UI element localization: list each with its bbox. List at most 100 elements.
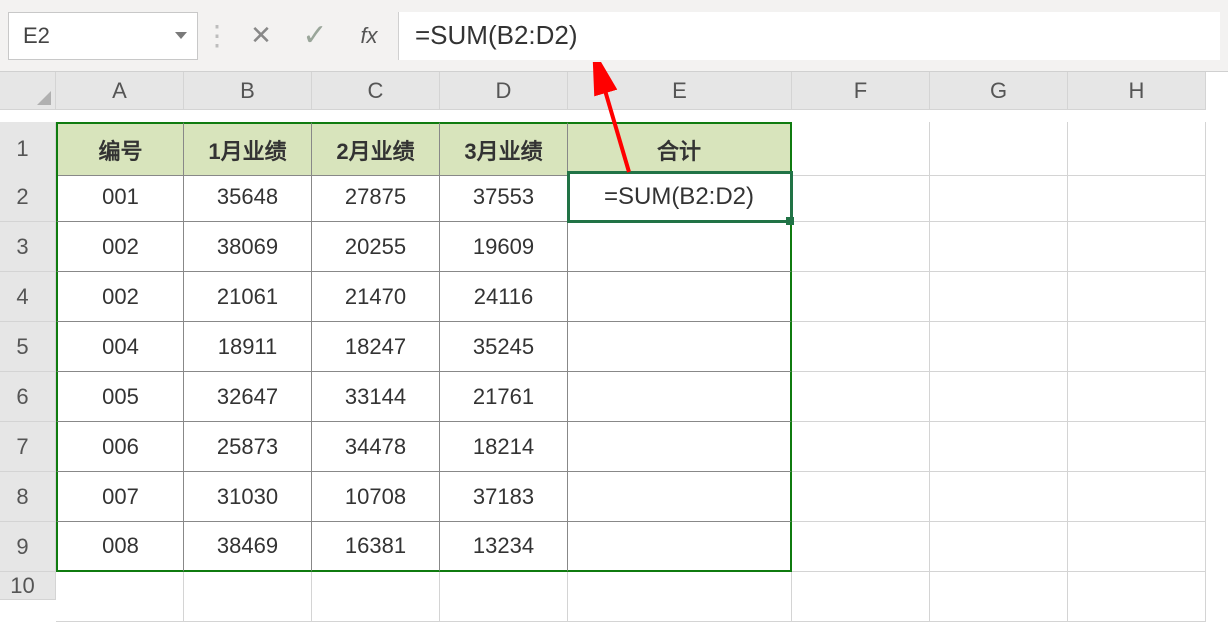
cell[interactable]	[930, 572, 1068, 622]
cell-total[interactable]	[568, 422, 792, 472]
cell[interactable]	[792, 422, 930, 472]
cell-id[interactable]: 006	[56, 422, 184, 472]
select-all-corner[interactable]	[0, 72, 56, 110]
formula-input[interactable]: =SUM(B2:D2)	[398, 12, 1220, 60]
cell-m2[interactable]: 34478	[312, 422, 440, 472]
row-header-7[interactable]: 7	[0, 422, 56, 472]
cell[interactable]	[1068, 322, 1206, 372]
cell[interactable]	[792, 522, 930, 572]
cell-id[interactable]: 008	[56, 522, 184, 572]
cell[interactable]	[1068, 122, 1206, 176]
cell-id[interactable]: 005	[56, 372, 184, 422]
cell-m2[interactable]: 33144	[312, 372, 440, 422]
cell[interactable]	[930, 122, 1068, 176]
cell[interactable]	[568, 572, 792, 622]
insert-function-button[interactable]: fx	[344, 12, 394, 60]
cell-m3[interactable]: 37183	[440, 472, 568, 522]
cell-m1[interactable]: 25873	[184, 422, 312, 472]
cell[interactable]	[930, 472, 1068, 522]
cell[interactable]	[1068, 572, 1206, 622]
cell-m3[interactable]: 37553	[440, 172, 568, 222]
header-total[interactable]: 合计	[568, 122, 792, 176]
cell-total[interactable]	[568, 272, 792, 322]
name-box[interactable]: E2	[8, 12, 198, 60]
cell-m1[interactable]: 35648	[184, 172, 312, 222]
col-header-C[interactable]: C	[312, 72, 440, 110]
col-header-F[interactable]: F	[792, 72, 930, 110]
cell-m2[interactable]: 16381	[312, 522, 440, 572]
cell[interactable]	[792, 122, 930, 176]
cell-total[interactable]	[568, 522, 792, 572]
cell-m2[interactable]: 27875	[312, 172, 440, 222]
row-header-2[interactable]: 2	[0, 172, 56, 222]
cell[interactable]	[792, 372, 930, 422]
cell-m3[interactable]: 13234	[440, 522, 568, 572]
cell[interactable]	[1068, 422, 1206, 472]
cell[interactable]	[792, 172, 930, 222]
cell[interactable]	[930, 272, 1068, 322]
cell-m1[interactable]: 31030	[184, 472, 312, 522]
active-cell-E2[interactable]: =SUM(B2:D2)	[568, 172, 792, 222]
header-month1[interactable]: 1月业绩	[184, 122, 312, 176]
row-header-6[interactable]: 6	[0, 372, 56, 422]
cell-m1[interactable]: 38069	[184, 222, 312, 272]
cell-m3[interactable]: 18214	[440, 422, 568, 472]
cell-m3[interactable]: 24116	[440, 272, 568, 322]
cell[interactable]	[930, 522, 1068, 572]
formula-cancel-button[interactable]: ✕	[236, 12, 286, 60]
cell[interactable]	[930, 422, 1068, 472]
row-header-1[interactable]: 1	[0, 122, 56, 176]
cell-m2[interactable]: 10708	[312, 472, 440, 522]
cell-m2[interactable]: 20255	[312, 222, 440, 272]
cell-m2[interactable]: 18247	[312, 322, 440, 372]
cell-id[interactable]: 007	[56, 472, 184, 522]
cell-m1[interactable]: 32647	[184, 372, 312, 422]
col-header-B[interactable]: B	[184, 72, 312, 110]
row-header-5[interactable]: 5	[0, 322, 56, 372]
cell[interactable]	[930, 222, 1068, 272]
cell-id[interactable]: 001	[56, 172, 184, 222]
cell-m3[interactable]: 21761	[440, 372, 568, 422]
cell[interactable]	[792, 272, 930, 322]
cell[interactable]	[1068, 472, 1206, 522]
cell-total[interactable]	[568, 372, 792, 422]
cell-total[interactable]	[568, 222, 792, 272]
cell-id[interactable]: 002	[56, 272, 184, 322]
spreadsheet-grid[interactable]: A B C D E F G H 1 编号 1月业绩 2月业绩 3月业绩 合计 2…	[0, 72, 1228, 622]
col-header-D[interactable]: D	[440, 72, 568, 110]
cell-m3[interactable]: 19609	[440, 222, 568, 272]
cell[interactable]	[792, 222, 930, 272]
cell-m3[interactable]: 35245	[440, 322, 568, 372]
row-header-9[interactable]: 9	[0, 522, 56, 572]
cell[interactable]	[1068, 272, 1206, 322]
col-header-G[interactable]: G	[930, 72, 1068, 110]
cell[interactable]	[1068, 222, 1206, 272]
col-header-A[interactable]: A	[56, 72, 184, 110]
row-header-4[interactable]: 4	[0, 272, 56, 322]
cell[interactable]	[56, 572, 184, 622]
header-month2[interactable]: 2月业绩	[312, 122, 440, 176]
formula-enter-button[interactable]: ✓	[290, 12, 340, 60]
cell-m1[interactable]: 21061	[184, 272, 312, 322]
col-header-E[interactable]: E	[568, 72, 792, 110]
cell-m1[interactable]: 18911	[184, 322, 312, 372]
cell-id[interactable]: 002	[56, 222, 184, 272]
cell[interactable]	[930, 372, 1068, 422]
cell-m2[interactable]: 21470	[312, 272, 440, 322]
col-header-H[interactable]: H	[1068, 72, 1206, 110]
cell[interactable]	[1068, 522, 1206, 572]
row-header-10[interactable]: 10	[0, 572, 56, 600]
cell[interactable]	[792, 472, 930, 522]
name-box-dropdown-icon[interactable]	[175, 32, 187, 39]
row-header-8[interactable]: 8	[0, 472, 56, 522]
cell[interactable]	[930, 172, 1068, 222]
cell[interactable]	[312, 572, 440, 622]
header-month3[interactable]: 3月业绩	[440, 122, 568, 176]
cell[interactable]	[184, 572, 312, 622]
cell[interactable]	[930, 322, 1068, 372]
cell[interactable]	[792, 322, 930, 372]
cell[interactable]	[440, 572, 568, 622]
header-id[interactable]: 编号	[56, 122, 184, 176]
cell-m1[interactable]: 38469	[184, 522, 312, 572]
cell-total[interactable]	[568, 472, 792, 522]
